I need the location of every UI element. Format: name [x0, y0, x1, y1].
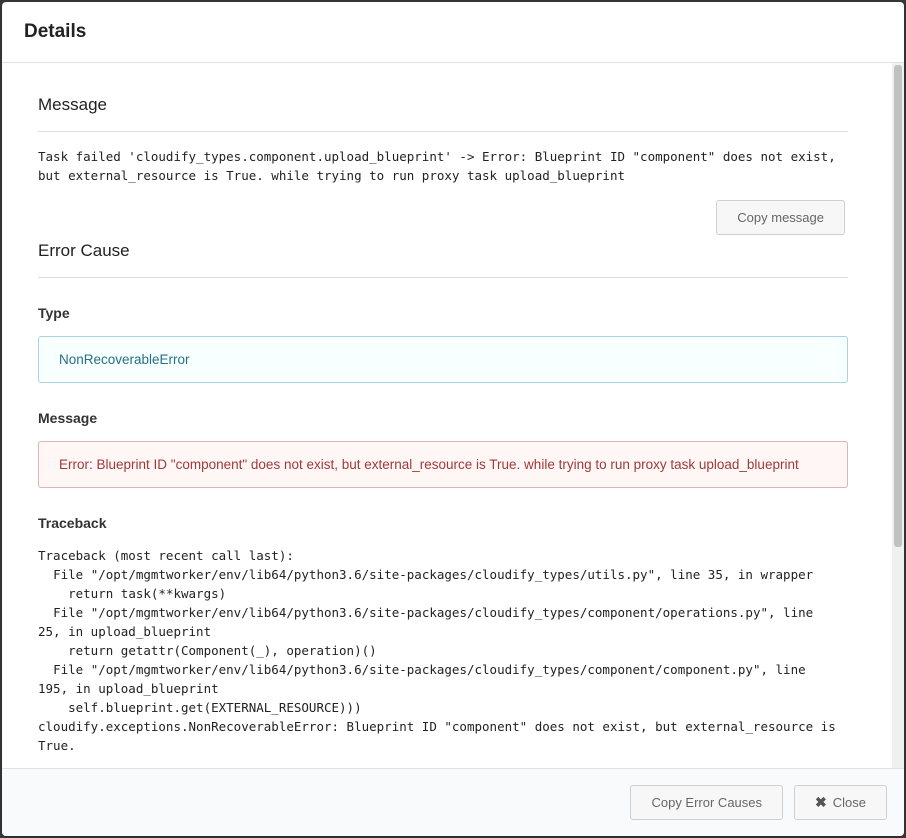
- close-icon: ✖: [815, 794, 827, 810]
- copy-message-row: Copy message: [38, 185, 845, 235]
- traceback-label: Traceback: [38, 515, 107, 531]
- task-message-text: Task failed 'cloudify_types.component.up…: [38, 149, 836, 183]
- modal-body: Message Task failed 'cloudify_types.comp…: [2, 63, 892, 768]
- copy-error-causes-button[interactable]: Copy Error Causes: [630, 785, 784, 820]
- error-message-value: Error: Blueprint ID "component" does not…: [59, 457, 799, 472]
- traceback-text: Traceback (most recent call last): File …: [38, 548, 836, 753]
- scrollbar-thumb[interactable]: [894, 65, 902, 547]
- copy-message-button[interactable]: Copy message: [716, 200, 845, 235]
- error-cause-heading: Error Cause: [38, 235, 848, 278]
- error-message-box: Error: Blueprint ID "component" does not…: [38, 441, 848, 488]
- error-type-box: NonRecoverableError: [38, 336, 848, 383]
- close-button-label: Close: [832, 795, 866, 810]
- modal-footer: Copy Error Causes ✖ Close: [2, 768, 904, 836]
- close-button[interactable]: ✖ Close: [794, 785, 887, 820]
- modal-title: Details: [2, 2, 904, 63]
- type-label: Type: [38, 305, 70, 321]
- details-modal: Details Message Task failed 'cloudify_ty…: [2, 2, 904, 836]
- error-type-value: NonRecoverableError: [59, 352, 190, 367]
- modal-scrollbar[interactable]: [892, 63, 904, 768]
- message-heading: Message: [38, 63, 848, 132]
- cause-message-label: Message: [38, 410, 98, 426]
